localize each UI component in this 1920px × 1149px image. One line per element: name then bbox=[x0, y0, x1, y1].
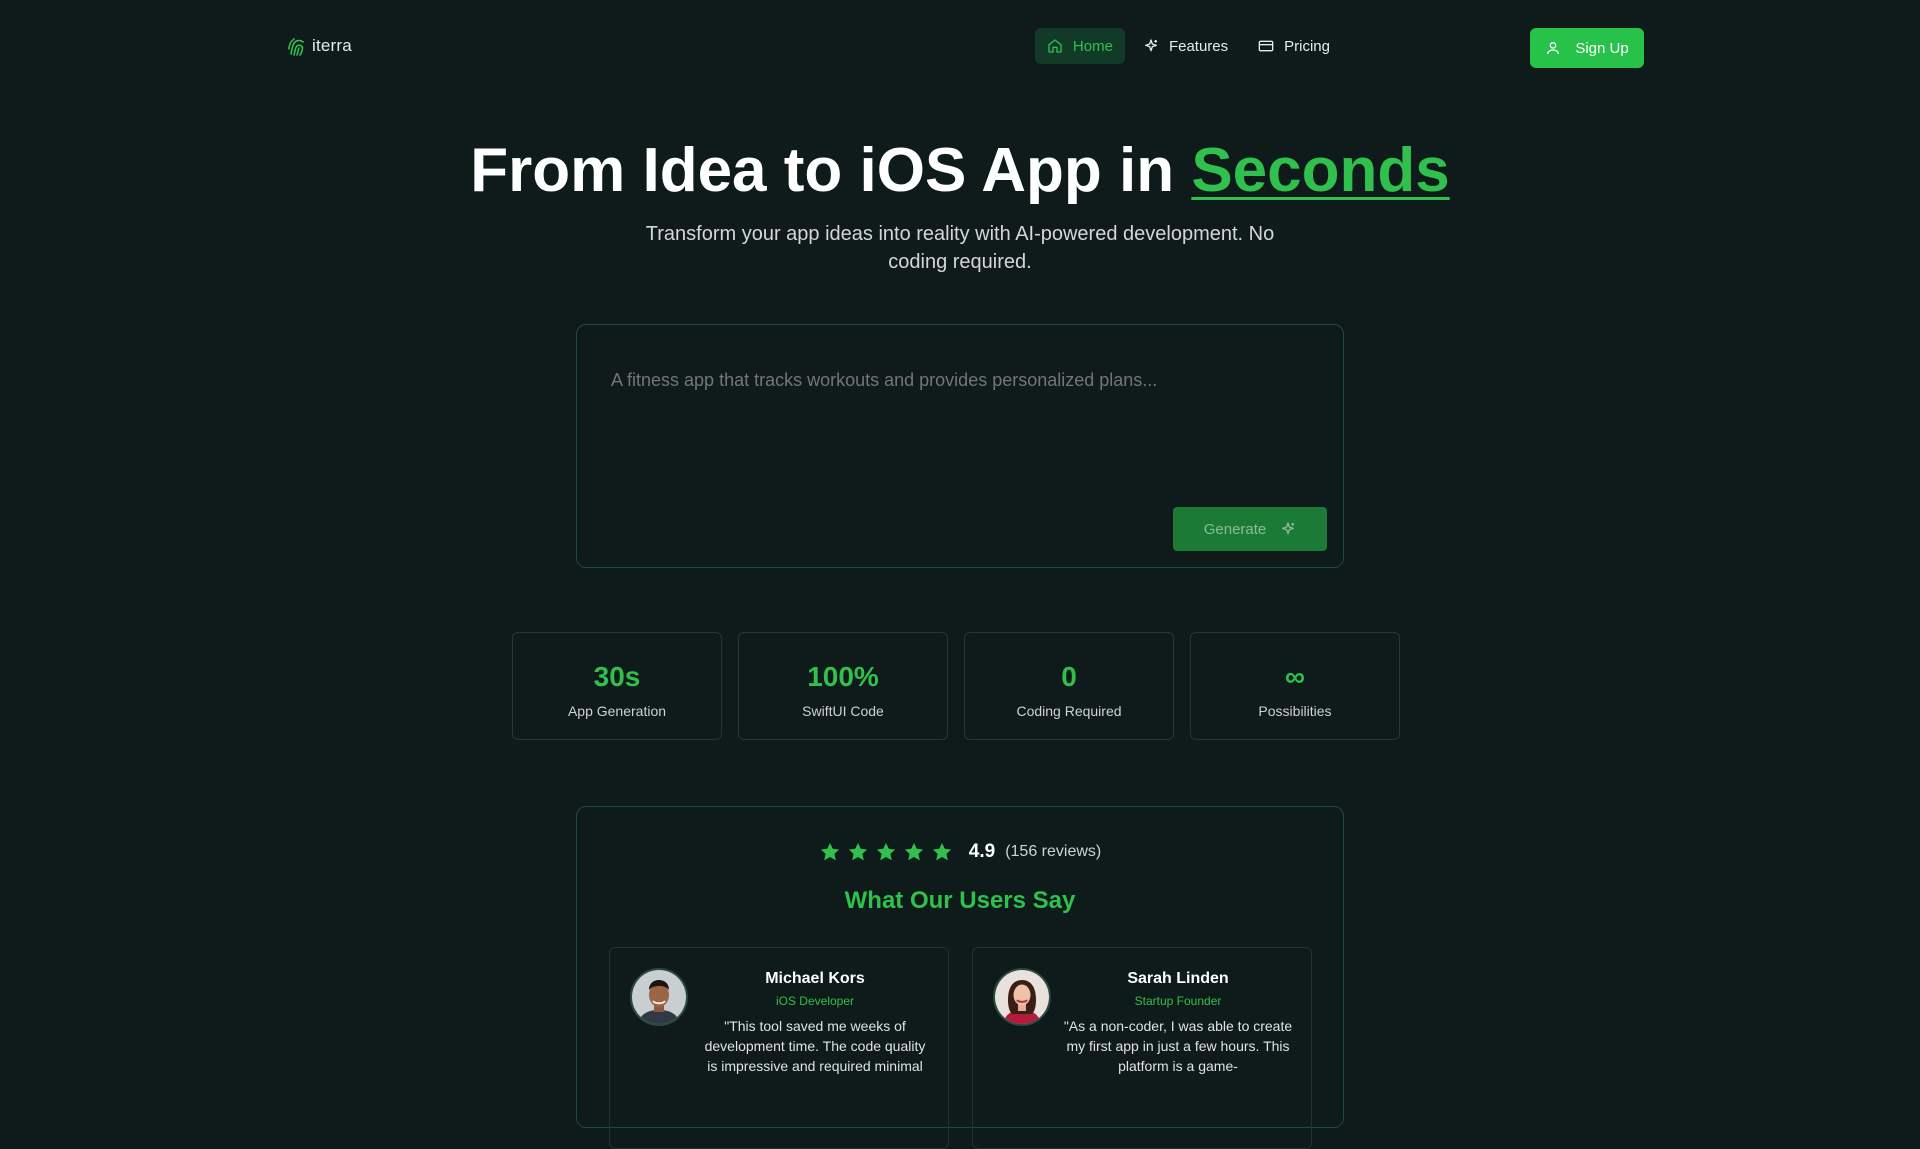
testimonials-title: What Our Users Say bbox=[844, 887, 1076, 914]
top-nav: iterra Home Features Pricing Sign Up bbox=[0, 0, 1920, 96]
testimonial-name: Sarah Linden bbox=[1127, 970, 1229, 987]
testimonial-quote: "This tool saved me weeks of development… bbox=[704, 1018, 926, 1074]
sign-up-label: Sign Up bbox=[1575, 39, 1629, 57]
nav-pricing-label: Pricing bbox=[1284, 37, 1330, 55]
avatar-michael-image bbox=[632, 970, 686, 1024]
nav-features[interactable]: Features bbox=[1131, 28, 1240, 64]
avatar-sarah-image bbox=[995, 970, 1049, 1024]
testimonial-card: Sarah Linden Startup Founder "As a non-c… bbox=[972, 947, 1312, 1149]
stats-row: 30s App Generation 100% SwiftUI Code 0 C… bbox=[512, 632, 1400, 740]
generate-button[interactable]: Generate bbox=[1173, 507, 1327, 551]
hero-title-main: From Idea to iOS App in bbox=[470, 136, 1175, 205]
sign-up-button[interactable]: Sign Up bbox=[1530, 28, 1644, 68]
app-idea-input[interactable] bbox=[609, 369, 1313, 392]
stat-card: 100% SwiftUI Code bbox=[738, 632, 948, 740]
home-icon bbox=[1048, 39, 1062, 53]
star-icon bbox=[904, 842, 923, 861]
testimonial-role: Startup Founder bbox=[1134, 994, 1222, 1008]
sparkle-icon bbox=[1282, 522, 1295, 535]
nav-home[interactable]: Home bbox=[1034, 28, 1125, 64]
avatar bbox=[630, 968, 688, 1026]
rating-count: (156 reviews) bbox=[1005, 843, 1102, 860]
nav-home-label: Home bbox=[1072, 37, 1113, 55]
testimonial-quote: "As a non-coder, I was able to create my… bbox=[1063, 1018, 1293, 1074]
nav-features-label: Features bbox=[1168, 37, 1229, 55]
fingerprint-logo-icon bbox=[288, 38, 304, 56]
stat-card: ∞ Possibilities bbox=[1190, 632, 1400, 740]
stat-card: 0 Coding Required bbox=[964, 632, 1174, 740]
stat-value: ∞ bbox=[1285, 661, 1305, 692]
testimonial-body: Sarah Linden Startup Founder "As a non-c… bbox=[1063, 970, 1293, 1076]
nav-pricing[interactable]: Pricing bbox=[1246, 28, 1342, 64]
logo-text: iterra bbox=[312, 36, 352, 55]
hero-subtitle: Transform your app ideas into reality wi… bbox=[645, 223, 1275, 273]
stat-label: SwiftUI Code bbox=[802, 703, 884, 719]
avatar bbox=[993, 968, 1051, 1026]
generate-label: Generate bbox=[1203, 520, 1267, 538]
rating-row: 4.9 (156 reviews) bbox=[577, 841, 1343, 863]
star-icon bbox=[876, 842, 895, 861]
nav-links: Home Features Pricing bbox=[1034, 28, 1342, 64]
stat-label: App Generation bbox=[567, 703, 667, 719]
stat-value: 100% bbox=[807, 661, 879, 692]
testimonial-card: Michael Kors iOS Developer "This tool sa… bbox=[609, 947, 949, 1149]
stat-value: 0 bbox=[1061, 661, 1077, 692]
hero-title: From Idea to iOS App in Seconds bbox=[0, 135, 1920, 206]
testimonial-role: iOS Developer bbox=[775, 994, 855, 1008]
stat-card: 30s App Generation bbox=[512, 632, 722, 740]
star-icon bbox=[848, 842, 867, 861]
prompt-box: Generate bbox=[576, 324, 1344, 568]
stat-label: Possibilities bbox=[1258, 703, 1332, 719]
stat-label: Coding Required bbox=[1016, 703, 1122, 719]
credit-card-icon bbox=[1258, 40, 1274, 52]
hero-title-accent: Seconds bbox=[1191, 136, 1450, 205]
star-icon bbox=[932, 842, 951, 861]
testimonial-name: Michael Kors bbox=[765, 970, 865, 987]
sparkle-icon bbox=[1144, 39, 1157, 52]
star-icon bbox=[820, 842, 839, 861]
testimonial-body: Michael Kors iOS Developer "This tool sa… bbox=[700, 970, 930, 1076]
star-rating bbox=[819, 841, 953, 863]
rating-value: 4.9 bbox=[968, 841, 996, 862]
logo[interactable]: iterra bbox=[286, 34, 352, 58]
user-icon bbox=[1547, 42, 1560, 55]
stat-value: 30s bbox=[593, 661, 641, 692]
